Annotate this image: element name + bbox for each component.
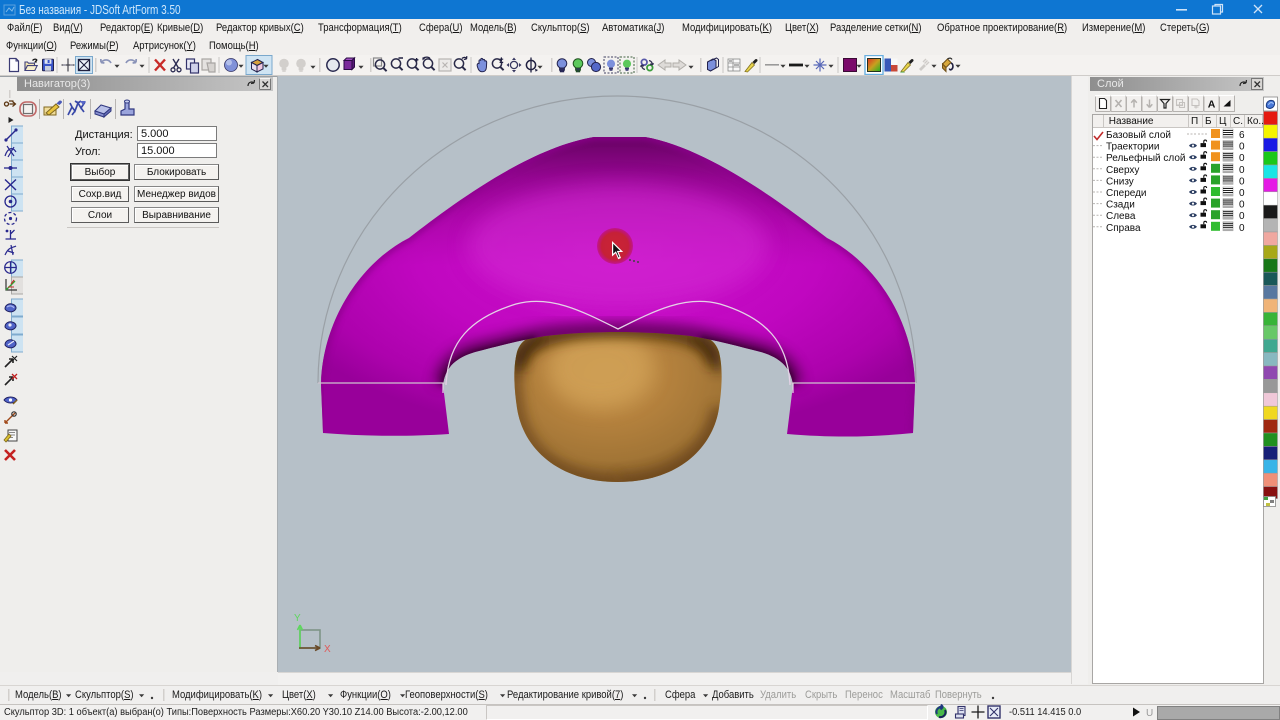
svg-text:0: 0: [1239, 211, 1245, 222]
svg-text:Снизу: Снизу: [1106, 176, 1134, 187]
svg-text:0: 0: [1239, 165, 1245, 176]
svg-text:0: 0: [1239, 223, 1245, 233]
svg-text:A: A: [1208, 99, 1216, 111]
svg-text:Справа: Справа: [1106, 223, 1141, 233]
svg-text:Спереди: Спереди: [1106, 188, 1147, 199]
svg-text:0: 0: [1239, 200, 1245, 211]
svg-text:Базовый слой: Базовый слой: [1106, 130, 1171, 141]
svg-text:Слева: Слева: [1106, 211, 1136, 222]
svg-text:0: 0: [1239, 153, 1245, 164]
svg-text:X: X: [324, 644, 331, 655]
svg-text:0: 0: [1239, 188, 1245, 199]
svg-text:Y: Y: [294, 613, 301, 624]
svg-text:0: 0: [1239, 176, 1245, 187]
svg-text:Сверху: Сверху: [1106, 165, 1139, 176]
svg-text:Рельефный слой: Рельефный слой: [1106, 152, 1185, 164]
svg-text:Сзади: Сзади: [1106, 200, 1135, 211]
svg-text:Траектории: Траектории: [1106, 142, 1159, 153]
svg-text:0: 0: [1239, 142, 1245, 153]
svg-text:U: U: [1146, 708, 1153, 718]
svg-text:6: 6: [1239, 130, 1245, 141]
